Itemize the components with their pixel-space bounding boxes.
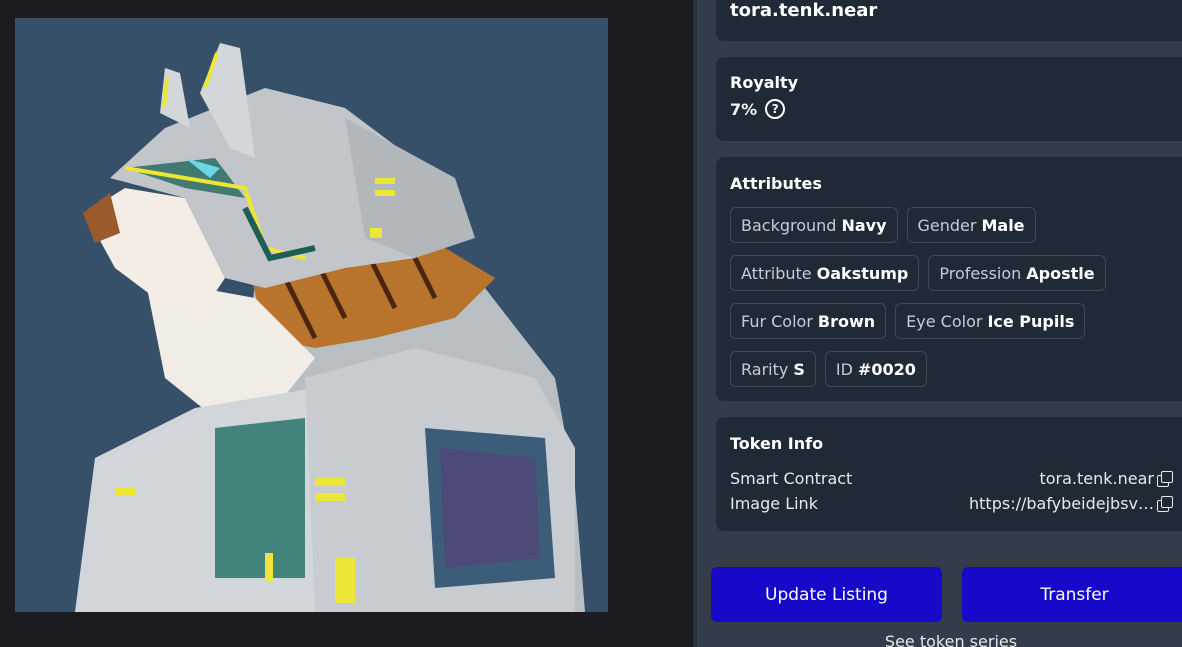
attribute-value: Navy: [841, 215, 887, 235]
owner-name[interactable]: tora.tenk.near: [730, 0, 877, 21]
attribute-key: Fur Color: [741, 311, 813, 331]
attributes-card: Attributes Background Navy Gender Male A…: [716, 157, 1182, 401]
attribute-key: Attribute: [741, 263, 812, 283]
royalty-value-row: 7% ?: [730, 99, 786, 119]
attribute-key: Profession: [939, 263, 1022, 283]
attributes-list: Background Navy Gender Male Attribute Oa…: [730, 207, 1150, 399]
royalty-title: Royalty: [730, 73, 799, 92]
smart-contract-value-group: tora.tenk.near: [1039, 469, 1173, 488]
attribute-value: Apostle: [1026, 263, 1095, 283]
image-link-value-group: https://bafybeidejbsv…: [969, 494, 1173, 513]
attribute-value: Male: [981, 215, 1025, 235]
attribute-chip-rarity: Rarity S: [730, 351, 816, 387]
attribute-key: Rarity: [741, 359, 789, 379]
see-token-series-link[interactable]: See token series: [697, 632, 1182, 647]
tiger-armor-illustration: [75, 43, 585, 612]
attribute-chip-eye-color: Eye Color Ice Pupils: [895, 303, 1086, 339]
attribute-chip-background: Background Navy: [730, 207, 898, 243]
attribute-key: Background: [741, 215, 837, 235]
transfer-button[interactable]: Transfer: [962, 567, 1182, 622]
copy-icon[interactable]: [1157, 496, 1173, 512]
attribute-key: Gender: [917, 215, 977, 235]
attribute-chip-profession: Profession Apostle: [928, 255, 1106, 291]
nft-details-panel: tora.tenk.near Royalty 7% ? Attributes B…: [697, 0, 1182, 647]
question-circle-icon[interactable]: ?: [765, 99, 786, 119]
attribute-chip-fur-color: Fur Color Brown: [730, 303, 887, 339]
update-listing-button[interactable]: Update Listing: [711, 567, 942, 622]
attribute-key: Eye Color: [906, 311, 983, 331]
attribute-value: #0020: [857, 359, 916, 379]
smart-contract-row: Smart Contract tora.tenk.near: [730, 469, 1173, 488]
token-info-title: Token Info: [730, 434, 824, 453]
owner-card: tora.tenk.near: [716, 0, 1182, 41]
copy-icon[interactable]: [1157, 471, 1173, 487]
attribute-value: Oakstump: [816, 263, 909, 283]
image-link-value[interactable]: https://bafybeidejbsv…: [969, 494, 1154, 513]
royalty-value: 7%: [730, 99, 758, 119]
attribute-key: ID: [835, 359, 853, 379]
attribute-chip-gender: Gender Male: [906, 207, 1036, 243]
attribute-chip-id: ID #0020: [824, 351, 927, 387]
attribute-value: Ice Pupils: [987, 311, 1075, 331]
image-link-label: Image Link: [730, 494, 818, 513]
token-info-card: Token Info Smart Contract tora.tenk.near…: [716, 417, 1182, 531]
nft-image-panel: [0, 0, 695, 647]
nft-artwork: [15, 18, 608, 612]
smart-contract-label: Smart Contract: [730, 469, 853, 488]
attribute-chip-attribute: Attribute Oakstump: [730, 255, 920, 291]
image-link-row: Image Link https://bafybeidejbsv…: [730, 494, 1173, 513]
royalty-card: Royalty 7% ?: [716, 57, 1182, 141]
smart-contract-value[interactable]: tora.tenk.near: [1039, 469, 1154, 488]
attributes-title: Attributes: [730, 174, 822, 193]
attribute-value: Brown: [817, 311, 876, 331]
attribute-value: S: [793, 359, 805, 379]
